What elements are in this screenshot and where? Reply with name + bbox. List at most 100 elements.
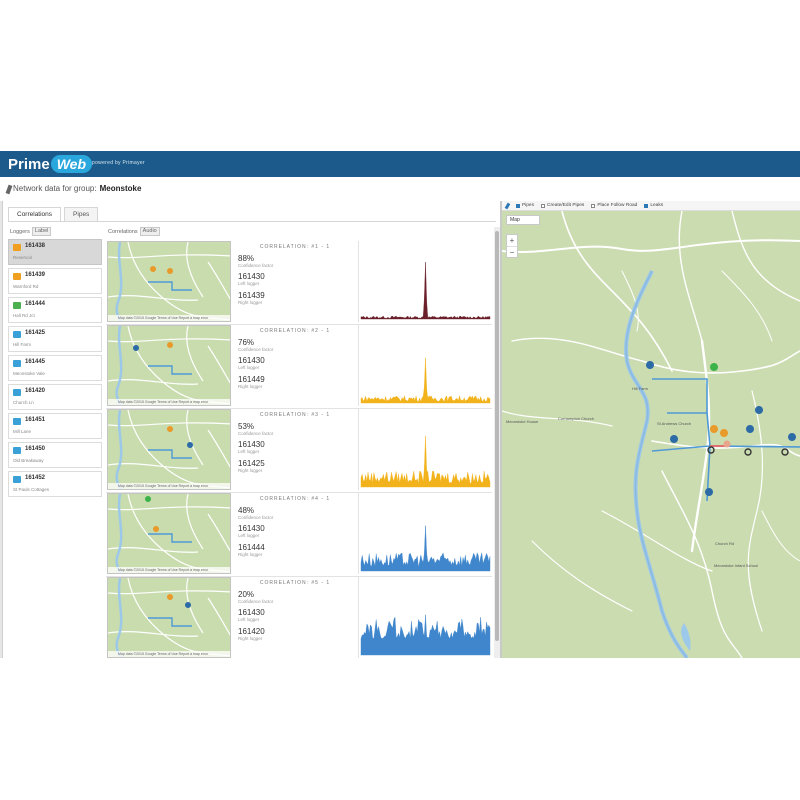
left-logger-id: 161430 <box>238 440 265 449</box>
correlation-info: CORRELATION: #5 - 1 20% Confidence facto… <box>234 577 356 658</box>
primeweb-logo[interactable]: Prime Web <box>8 155 93 173</box>
correlation-graph[interactable] <box>358 409 491 490</box>
logger-location: Mill Lane <box>13 429 32 434</box>
correlation-graph[interactable] <box>358 241 491 322</box>
confidence-label: Confidence factor <box>238 263 274 268</box>
logger-location: Old Breakaway <box>13 458 44 463</box>
correlation-minimap[interactable]: Map data ©2015 Google Terms of Use Repor… <box>107 577 231 658</box>
group-label-text: Network data for group: <box>13 184 97 193</box>
map-toolbar-toggle[interactable]: Pipes <box>516 203 534 208</box>
tab-correlations[interactable]: Correlations <box>8 207 62 221</box>
map-toolbar-toggle[interactable]: Leaks <box>644 203 663 208</box>
logger-item[interactable]: 161445 Meonstoke Vale <box>8 355 102 381</box>
correlation-row[interactable]: Map data ©2015 Google Terms of Use Repor… <box>106 409 492 493</box>
toggle-label: Create/Edit Pipes <box>547 203 585 208</box>
confidence-label: Confidence factor <box>238 515 274 520</box>
logger-item[interactable]: 161438 Reservoir <box>8 239 102 265</box>
network-map[interactable]: Corhampton Church Meonstoke House St And… <box>502 211 800 658</box>
logger-location: St Pauls Cottages <box>13 487 50 492</box>
map-canvas[interactable] <box>502 211 800 658</box>
minimap-attribution: Map data ©2015 Google Terms of Use Repor… <box>108 399 230 405</box>
leak-marker-orange[interactable] <box>710 425 719 440</box>
logger-type-icon <box>13 273 21 280</box>
map-label: Meonstoke Infant School <box>714 563 759 568</box>
zoom-in-button[interactable]: + <box>507 235 517 246</box>
loggers-label-button[interactable]: Label <box>31 227 52 236</box>
scrollbar-thumb[interactable] <box>495 231 499 641</box>
logger-id: 161439 <box>25 272 46 278</box>
left-edge-handle[interactable] <box>0 201 3 658</box>
logger-location: Reservoir <box>13 255 33 260</box>
correlation-row[interactable]: Map data ©2015 Google Terms of Use Repor… <box>106 493 492 577</box>
confidence-label: Confidence factor <box>238 431 274 436</box>
tab-pipes[interactable]: Pipes <box>64 207 99 221</box>
correlation-graph[interactable] <box>358 493 491 574</box>
logger-item[interactable]: 161451 Mill Lane <box>8 413 102 439</box>
toggle-checkbox[interactable] <box>644 203 649 208</box>
logger-type-icon <box>13 302 21 309</box>
correlation-graph[interactable] <box>358 325 491 406</box>
correlation-graph[interactable] <box>358 577 491 658</box>
map-label: Meonstoke House <box>506 419 539 424</box>
toggle-checkbox[interactable] <box>541 203 545 208</box>
correlation-minimap[interactable]: Map data ©2015 Google Terms of Use Repor… <box>107 241 231 322</box>
toggle-label: Leaks <box>650 203 664 208</box>
left-logger-id: 161430 <box>238 608 265 617</box>
map-edit-icon[interactable] <box>504 202 511 209</box>
correlation-graph-svg <box>360 262 491 320</box>
logger-id: 161420 <box>25 388 46 394</box>
toggle-checkbox[interactable] <box>516 203 520 208</box>
correlations-audio-button[interactable]: Audio <box>139 227 160 236</box>
correlation-graph-svg <box>360 435 491 488</box>
zoom-out-button[interactable]: − <box>507 246 517 257</box>
correlation-row[interactable]: Map data ©2015 Google Terms of Use Repor… <box>106 241 492 325</box>
logger-item[interactable]: 161439 Warnford Rd <box>8 268 102 294</box>
correlation-info: CORRELATION: #2 - 1 76% Confidence facto… <box>234 325 356 406</box>
left-logger-label: Left logger <box>238 281 260 286</box>
logger-id: 161444 <box>25 301 46 307</box>
logger-item[interactable]: 161420 Church Ln <box>8 384 102 410</box>
right-logger-label: Right logger <box>238 552 263 557</box>
leak-marker-green[interactable] <box>710 363 719 378</box>
right-logger-label: Right logger <box>238 300 263 305</box>
confidence-label: Confidence factor <box>238 347 274 352</box>
correlations-toggle-label: Correlations <box>108 228 138 235</box>
edit-pencil-icon[interactable] <box>5 184 13 195</box>
logger-location: Hill Farm <box>13 342 31 347</box>
right-logger-id: 161444 <box>238 543 265 552</box>
logger-type-icon <box>13 360 21 367</box>
zoom-control: + − <box>506 234 518 258</box>
correlation-row[interactable]: Map data ©2015 Google Terms of Use Repor… <box>106 577 492 658</box>
powered-by: powered by Primayer <box>92 160 145 166</box>
logger-list: 161438 Reservoir 161439 Warnford Rd 161444 Ha… <box>8 239 102 500</box>
logger-item[interactable]: 161452 St Pauls Cottages <box>8 471 102 497</box>
minimap-attribution: Map data ©2015 Google Terms of Use Repor… <box>108 651 230 657</box>
top-bar: Prime Web powered by Primayer <box>0 151 800 177</box>
correlation-row[interactable]: Map data ©2015 Google Terms of Use Repor… <box>106 325 492 409</box>
confidence-percent: 20% <box>238 590 255 599</box>
logger-location: Warnford Rd <box>13 284 39 289</box>
correlation-trace <box>360 435 491 488</box>
logger-item[interactable]: 161425 Hill Farm <box>8 326 102 352</box>
correlation-minimap[interactable]: Map data ©2015 Google Terms of Use Repor… <box>107 493 231 574</box>
toggle-checkbox[interactable] <box>591 203 596 208</box>
logger-item[interactable]: 161444 Hall Rd Jct <box>8 297 102 323</box>
right-logger-label: Right logger <box>238 636 263 641</box>
logger-item[interactable]: 161450 Old Breakaway <box>8 442 102 468</box>
correlation-info: CORRELATION: #1 - 1 88% Confidence facto… <box>234 241 356 322</box>
panel-tabs: Correlations Pipes <box>8 207 99 221</box>
loggers-toggle-label: Loggers <box>10 228 30 235</box>
logger-id: 161451 <box>25 417 46 423</box>
correlation-minimap[interactable]: Map data ©2015 Google Terms of Use Repor… <box>107 409 231 490</box>
map-toolbar-toggle[interactable]: Place Follow Road <box>591 203 637 208</box>
group-label: Network data for group: Meonstoke <box>13 184 141 193</box>
correlation-minimap[interactable]: Map data ©2015 Google Terms of Use Repor… <box>107 325 231 406</box>
map-toolbar-toggle[interactable]: Create/Edit Pipes <box>541 203 584 208</box>
logger-type-icon <box>13 418 21 425</box>
left-logger-id: 161430 <box>238 272 265 281</box>
map-type-select[interactable]: Map <box>506 215 540 225</box>
app-window: Prime Web powered by Primayer Network da… <box>0 151 800 658</box>
logo-web-text: Web <box>50 155 93 173</box>
correlation-title: CORRELATION: #1 - 1 <box>259 244 331 250</box>
minimap-attribution: Map data ©2015 Google Terms of Use Repor… <box>108 315 230 321</box>
